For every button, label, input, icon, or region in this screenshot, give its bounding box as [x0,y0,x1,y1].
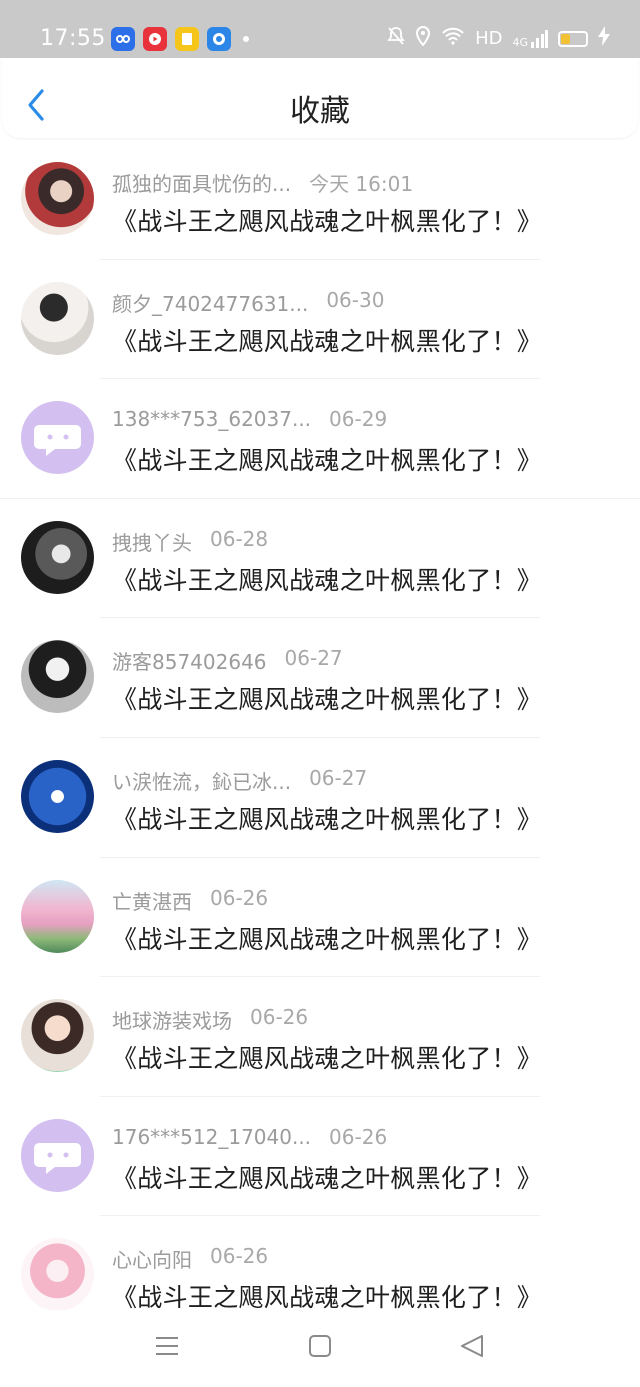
menu-button[interactable] [154,1334,180,1362]
avatar[interactable] [21,999,94,1073]
post-date: 06-26 [210,1244,269,1269]
story-title: 《战斗王之飓风战魂之叶枫黑化了！》 [112,565,543,595]
home-icon [309,1335,331,1357]
back-nav-button[interactable] [460,1334,484,1362]
post-date: 06-27 [284,646,343,671]
post-date: 今天 16:01 [309,172,414,196]
story-title: 《战斗王之飓风战魂之叶枫黑化了！》 [112,1283,543,1313]
avatar[interactable] [21,879,94,953]
post-date: 06-26 [250,1005,309,1030]
story-title: 《战斗王之飓风战魂之叶枫黑化了！》 [112,1163,543,1193]
avatar[interactable] [21,759,94,833]
list-item[interactable]: 亡黄湛西 06-26 《战斗王之飓风战魂之叶枫黑化了！》 [0,858,640,978]
avatar[interactable] [21,640,94,714]
author-name: 拽拽丫头 [112,530,192,555]
list-item[interactable]: 颜夕_7402477631... 06-30 《战斗王之飓风战魂之叶枫黑化了！》 [0,260,640,380]
network-type-label: 4G [512,35,528,49]
video-app-icon [143,27,167,51]
list-item[interactable]: い涙恠流，鈊已冰... 06-27 《战斗王之飓风战魂之叶枫黑化了！》 [0,738,640,858]
back-triangle-icon [461,1335,483,1357]
battery-icon [558,30,588,47]
default-avatar-chat-icon [34,425,81,457]
story-title: 《战斗王之飓风战魂之叶枫黑化了！》 [112,924,543,954]
list-item[interactable]: 孤独的面具忧伤的... 今天 16:01 《战斗王之飓风战魂之叶枫黑化了！》 [0,140,640,260]
list-item[interactable]: 176***512_17040... 06-26 《战斗王之飓风战魂之叶枫黑化了！… [0,1097,640,1217]
avatar[interactable] [21,401,94,475]
avatar[interactable] [21,1118,94,1192]
author-name: 地球游装戏场 [112,1009,232,1034]
notification-app-icons [111,27,249,51]
camera-app-icon [207,27,231,51]
post-date: 06-26 [210,885,269,910]
avatar[interactable] [21,162,94,235]
system-navigation-bar [0,1310,640,1387]
post-date: 06-30 [326,287,385,312]
battery-level-fill [561,33,571,44]
story-title: 《战斗王之飓风战魂之叶枫黑化了！》 [112,1044,543,1074]
status-indicators: HD 4G [387,25,610,51]
post-date: 06-27 [309,765,368,790]
list-item[interactable]: 游客857402646 06-27 《战斗王之飓风战魂之叶枫黑化了！》 [0,618,640,738]
status-bar: 17:55 HD 4G [0,0,640,58]
story-title: 《战斗王之飓风战魂之叶枫黑化了！》 [112,326,543,356]
story-title: 《战斗王之飓风战魂之叶枫黑化了！》 [112,804,543,834]
list-item[interactable]: 地球游装戏场 06-26 《战斗王之飓风战魂之叶枫黑化了！》 [0,977,640,1097]
post-date: 06-26 [329,1124,388,1149]
more-notifications-dot [243,36,249,42]
story-title: 《战斗王之飓风战魂之叶枫黑化了！》 [112,685,543,715]
avatar[interactable] [21,281,94,355]
menu-icon [156,1337,178,1355]
post-date: 06-28 [210,526,269,551]
page-title: 收藏 [290,94,350,129]
story-title: 《战斗王之飓风战魂之叶枫黑化了！》 [112,207,543,236]
author-name: 颜夕_7402477631... [112,291,309,316]
author-name: い涙恠流，鈊已冰... [112,769,292,794]
default-avatar-chat-icon [34,1142,81,1174]
status-time: 17:55 [40,26,106,51]
author-name: 138***753_62037... [112,407,312,432]
signal-icon: 4G [512,29,548,49]
charging-icon [598,26,610,51]
author-name: 孤独的面具忧伤的... [112,172,292,196]
list-item[interactable]: 138***753_62037... 06-29 《战斗王之飓风战魂之叶枫黑化了！… [0,379,640,499]
avatar[interactable] [21,520,94,594]
post-date: 06-29 [329,407,388,432]
author-name: 176***512_17040... [112,1124,312,1149]
author-name: 心心向阳 [112,1248,192,1273]
location-icon [415,25,431,51]
author-name: 游客857402646 [112,650,267,675]
story-title: 《战斗王之飓风战魂之叶枫黑化了！》 [112,446,543,476]
mute-icon [387,26,405,51]
book-app-icon [175,27,199,51]
favorites-list: 孤独的面具忧伤的... 今天 16:01 《战斗王之飓风战魂之叶枫黑化了！》 颜夕… [0,140,640,1336]
infinity-app-icon [111,27,135,51]
wifi-icon [441,27,465,50]
author-name: 亡黄湛西 [112,889,192,914]
avatar[interactable] [21,1238,94,1312]
list-item[interactable]: 拽拽丫头 06-28 《战斗王之飓风战魂之叶枫黑化了！》 [0,499,640,619]
network-hd-label: HD [475,28,503,49]
home-button[interactable] [308,1334,332,1362]
app-header: 收藏 [2,58,638,138]
